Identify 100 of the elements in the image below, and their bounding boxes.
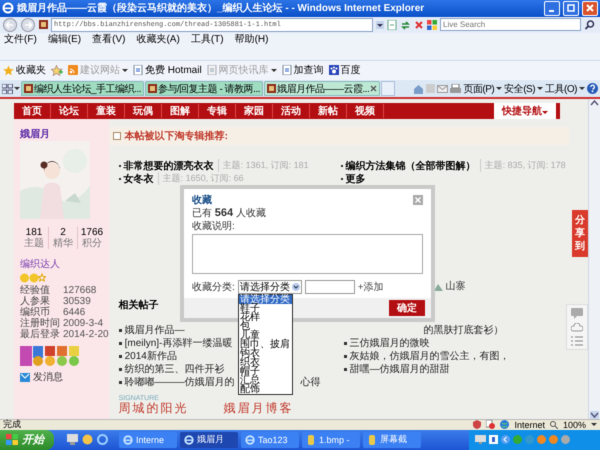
- dropdown-icon[interactable]: [376, 20, 384, 29]
- arrow-icon[interactable]: [501, 435, 510, 444]
- side-link[interactable]: 山寨: [446, 279, 466, 294]
- related-link[interactable]: 的黑肤打底套衫）: [424, 324, 504, 338]
- comment-icon[interactable]: [571, 308, 583, 320]
- menu-item[interactable]: 文件(F): [4, 32, 37, 46]
- dropdown-option[interactable]: 请选择分类: [238, 295, 292, 304]
- related-link[interactable]: 心得: [300, 376, 321, 390]
- album-link[interactable]: 女冬衣: [118, 172, 154, 186]
- print-icon[interactable]: [450, 84, 462, 94]
- favorites-link[interactable]: 加查询: [282, 63, 324, 78]
- browser-tab[interactable]: 参与/回复主题 - 请教两...: [144, 81, 263, 96]
- dropdown-option[interactable]: 围巾、披肩: [238, 340, 292, 350]
- close-icon[interactable]: [370, 85, 378, 92]
- browser-tab[interactable]: 编织人生论坛_手工编织...: [21, 81, 144, 96]
- paint-icon: [306, 434, 316, 445]
- mail-icon[interactable]: [437, 84, 448, 93]
- caret-icon[interactable]: [14, 87, 20, 90]
- minimize-button[interactable]: [544, 0, 560, 16]
- search-icon[interactable]: [584, 20, 595, 30]
- menu-item[interactable]: 编辑(E): [48, 32, 82, 46]
- dropdown-option[interactable]: 汇总: [238, 376, 292, 386]
- network-icon[interactable]: [475, 435, 486, 444]
- related-link[interactable]: [meilyn]-再添靽一缕温暖: [118, 337, 232, 350]
- confirm-button[interactable]: 确定: [389, 300, 425, 316]
- command-menu[interactable]: 安全(S): [504, 82, 536, 96]
- forward-button[interactable]: [21, 18, 36, 32]
- related-link[interactable]: 纺织的第三、四件开衫: [118, 363, 225, 376]
- home-icon[interactable]: [413, 84, 424, 94]
- category-input[interactable]: [304, 280, 355, 294]
- back-button[interactable]: [3, 18, 18, 32]
- command-menu[interactable]: 工具(O): [545, 82, 577, 96]
- favorites-link[interactable]: 百度: [328, 63, 361, 78]
- taskbar-button[interactable]: Tao123: [241, 432, 299, 448]
- nav-link[interactable]: 家园: [236, 104, 273, 118]
- add-favorite-icon[interactable]: [51, 64, 63, 76]
- zoom-level[interactable]: 100%: [562, 420, 586, 430]
- related-link[interactable]: 三仿娥眉月的微映: [344, 337, 430, 350]
- category-select[interactable]: 请选择分类: [238, 280, 302, 294]
- username-link[interactable]: 娥眉月: [20, 127, 50, 142]
- nav-link[interactable]: 童装: [88, 104, 125, 118]
- quick-nav-button[interactable]: 快捷导航: [494, 103, 556, 120]
- scroll-up-icon[interactable]: [590, 99, 599, 108]
- dropdown-option[interactable]: 织衣: [238, 358, 292, 368]
- dropdown-option[interactable]: 花样: [238, 313, 292, 322]
- close-icon[interactable]: [413, 195, 423, 206]
- app-icon[interactable]: [82, 434, 93, 446]
- nav-link[interactable]: 专辑: [199, 104, 236, 118]
- stop-icon[interactable]: [414, 20, 424, 30]
- field-label: 编织币: [20, 307, 50, 318]
- scroll-down-icon[interactable]: [590, 410, 599, 419]
- menu-item[interactable]: 查看(V): [92, 32, 126, 46]
- menu-item[interactable]: 工具(T): [190, 32, 224, 46]
- cloud-icon[interactable]: [571, 323, 583, 332]
- dropdown-option[interactable]: 配饰: [238, 385, 292, 394]
- related-link[interactable]: 灰姑娘，仿娥眉月的雪公主，有图，: [344, 350, 510, 364]
- related-link[interactable]: 甜嘿—仿娥眉月的甜甜: [344, 363, 450, 376]
- favorites-link[interactable]: 免费 Hotmail: [133, 63, 202, 78]
- mountain-icon: [434, 282, 443, 291]
- link-label: 百度: [340, 64, 361, 78]
- desktop-icon[interactable]: [67, 434, 78, 446]
- list-icon[interactable]: [571, 336, 583, 346]
- send-message-link[interactable]: 发消息: [33, 370, 63, 384]
- dropdown-option[interactable]: 帽子: [238, 367, 292, 376]
- taskbar-button[interactable]: 1.bmp -: [302, 432, 360, 448]
- command-menu[interactable]: 页面(P): [463, 82, 494, 96]
- note-field[interactable]: [192, 234, 423, 274]
- add-link[interactable]: +添加: [358, 280, 384, 294]
- search-field[interactable]: Live Search: [440, 18, 581, 32]
- field-value: 2009-3-4: [63, 318, 104, 330]
- taskbar-button[interactable]: 屏幕截: [363, 432, 421, 448]
- nav-link[interactable]: 论坛: [51, 104, 88, 118]
- nav-link[interactable]: 新帖: [310, 104, 347, 118]
- nav-link[interactable]: 视频: [347, 104, 384, 118]
- album-link[interactable]: 更多: [340, 172, 366, 186]
- maximize-button[interactable]: [563, 0, 579, 16]
- quick-tabs-icon[interactable]: [2, 84, 13, 94]
- close-button[interactable]: [582, 0, 598, 16]
- nav-link[interactable]: 首页: [14, 104, 51, 118]
- album-link[interactable]: 编织方法集锦（全部带图解）: [340, 158, 476, 173]
- album-link[interactable]: 非常想要的漂亮衣衣: [118, 158, 214, 173]
- taskbar-button[interactable]: 娥眉月: [180, 432, 238, 448]
- field-label: 注册时间: [20, 318, 61, 330]
- app-icon[interactable]: [97, 434, 108, 446]
- browser-tab[interactable]: 娥眉月作品——云霞...: [264, 81, 380, 96]
- nav-link[interactable]: 玩偶: [125, 104, 162, 118]
- related-link[interactable]: 2014新作品: [118, 350, 177, 364]
- favorites-button[interactable]: 收藏夹: [3, 63, 46, 78]
- menu-item[interactable]: 收藏夹(A): [136, 32, 180, 46]
- dropdown-option[interactable]: 鞋子: [238, 304, 292, 314]
- related-link[interactable]: 聆嘟嘟———仿娥眉月的: [118, 376, 235, 390]
- taskbar-button[interactable]: Interne: [119, 432, 177, 448]
- share-tab[interactable]: 分享到: [572, 210, 588, 258]
- caret-icon: [591, 423, 597, 426]
- refresh-icon[interactable]: [400, 20, 411, 30]
- menu-item[interactable]: 帮助(H): [234, 32, 268, 46]
- nav-link[interactable]: 活动: [273, 104, 310, 118]
- nav-link[interactable]: 图解: [162, 104, 199, 118]
- related-link[interactable]: 娥眉月作品—: [118, 324, 185, 338]
- dropdown-option[interactable]: 钩衣: [238, 349, 292, 358]
